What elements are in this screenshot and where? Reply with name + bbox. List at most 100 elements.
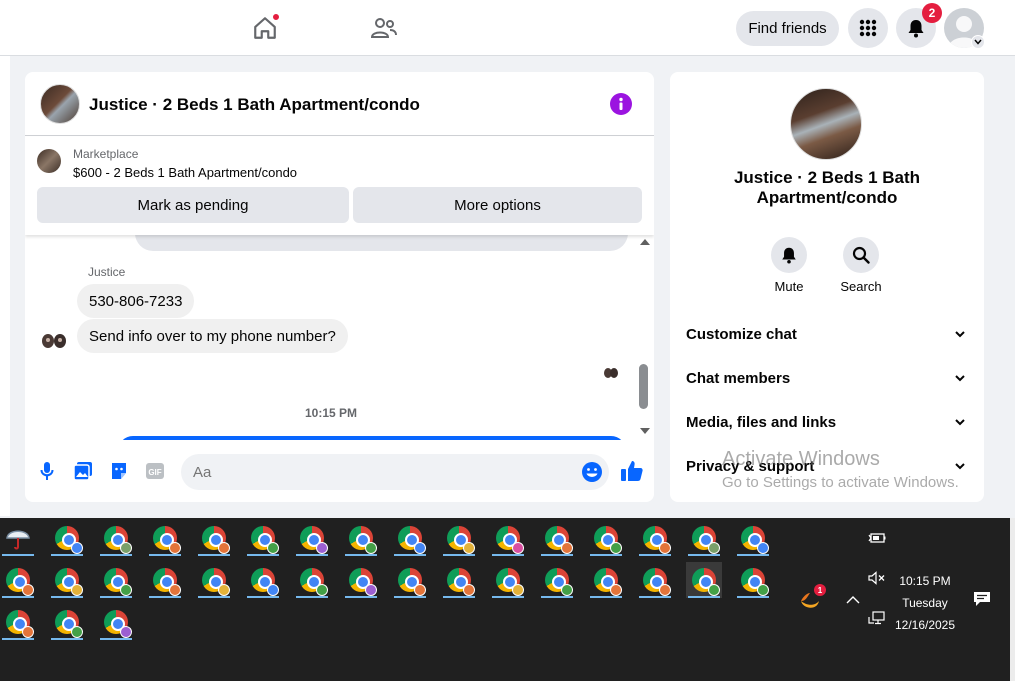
show-hidden-icons-chevron-up-icon[interactable]: [845, 592, 861, 608]
message-bubble[interactable]: 530-806-7233: [77, 284, 195, 318]
info-icon[interactable]: [610, 93, 632, 115]
taskbar-app-chrome[interactable]: [539, 562, 575, 598]
taskbar-app-chrome[interactable]: [196, 520, 232, 556]
chat-title[interactable]: Justice · 2 Beds 1 Bath Apartment/condo: [89, 95, 420, 115]
scroll-up-arrow-icon[interactable]: [640, 239, 650, 245]
taskbar-app-chrome[interactable]: [294, 520, 330, 556]
thumbs-up-icon[interactable]: [620, 459, 644, 483]
microphone-icon[interactable]: [36, 460, 58, 482]
running-indicator: [394, 596, 426, 598]
taskbar-app-chrome[interactable]: [637, 520, 673, 556]
taskbar-app-chrome[interactable]: [245, 520, 281, 556]
message-scrollbar[interactable]: [636, 235, 652, 440]
listing-photo[interactable]: [40, 84, 80, 124]
chrome-profile-avatar-icon: [610, 542, 622, 554]
chrome-profile-avatar-icon: [365, 542, 377, 554]
friends-icon[interactable]: [368, 12, 400, 44]
taskbar-app-chrome[interactable]: [98, 604, 134, 640]
sender-avatar[interactable]: [39, 326, 69, 356]
taskbar-app-chrome[interactable]: [490, 520, 526, 556]
taskbar-app-chrome[interactable]: [686, 562, 722, 598]
taskbar-app-chrome[interactable]: [0, 562, 36, 598]
running-indicator: [688, 596, 720, 598]
chrome-profile-avatar-icon: [218, 584, 230, 596]
taskbar-app-umbrella[interactable]: [0, 520, 36, 556]
taskbar-app-chrome[interactable]: [196, 562, 232, 598]
taskbar-app-chrome[interactable]: [392, 562, 428, 598]
running-indicator: [100, 638, 132, 640]
taskbar-app-chrome[interactable]: [637, 562, 673, 598]
search-button[interactable]: Search: [836, 237, 886, 294]
scroll-down-arrow-icon[interactable]: [640, 428, 650, 434]
top-navigation-bar: Find friends 2: [0, 0, 1015, 56]
emoji-icon[interactable]: [581, 461, 603, 483]
taskbar-app-chrome[interactable]: [735, 520, 771, 556]
chrome-profile-avatar-icon: [71, 626, 83, 638]
taskbar-app-chrome[interactable]: [392, 520, 428, 556]
menu-grid-icon[interactable]: [848, 8, 888, 48]
taskbar-app-chrome[interactable]: [294, 562, 330, 598]
running-indicator: [737, 554, 769, 556]
mute-button[interactable]: Mute: [764, 237, 814, 294]
more-options-button[interactable]: More options: [353, 187, 642, 223]
taskbar-app-chrome[interactable]: [686, 520, 722, 556]
chrome-profile-avatar-icon: [757, 584, 769, 596]
gif-icon[interactable]: GIF: [144, 460, 166, 482]
message-timestamp: 10:15 PM: [304, 406, 358, 420]
chrome-profile-avatar-icon: [71, 542, 83, 554]
message-input[interactable]: [181, 454, 609, 490]
search-icon[interactable]: [843, 237, 879, 273]
taskbar-app-fox[interactable]: 1: [796, 584, 826, 614]
sticker-icon[interactable]: [108, 460, 130, 482]
battery-icon[interactable]: [868, 530, 886, 546]
taskbar-app-chrome[interactable]: [539, 520, 575, 556]
taskbar-app-chrome[interactable]: [735, 562, 771, 598]
taskbar-app-chrome[interactable]: [588, 520, 624, 556]
clock-time: 10:15 PM: [899, 574, 951, 588]
system-clock[interactable]: 10:15 PM Tuesday 12/16/2025: [880, 570, 970, 636]
photo-gallery-icon[interactable]: [72, 460, 94, 482]
taskbar-app-chrome[interactable]: [588, 562, 624, 598]
taskbar-app-chrome[interactable]: [490, 562, 526, 598]
taskbar-app-chrome[interactable]: [147, 562, 183, 598]
listing-price[interactable]: $600 - 2 Beds 1 Bath Apartment/condo: [73, 165, 297, 180]
taskbar-app-chrome[interactable]: [0, 604, 36, 640]
chrome-profile-avatar-icon: [71, 584, 83, 596]
message-bubble[interactable]: Send info over to my phone number?: [77, 319, 348, 353]
account-chevron-down-icon[interactable]: [971, 35, 985, 49]
taskbar-app-chrome[interactable]: [98, 562, 134, 598]
notifications-bell-icon[interactable]: 2: [896, 3, 942, 48]
taskbar-app-chrome[interactable]: [49, 562, 85, 598]
section-chat-members[interactable]: Chat members: [670, 356, 984, 400]
taskbar-app-chrome[interactable]: [98, 520, 134, 556]
taskbar-app-chrome[interactable]: [49, 604, 85, 640]
chrome-profile-avatar-icon: [757, 542, 769, 554]
running-indicator: [639, 596, 671, 598]
find-friends-button[interactable]: Find friends: [736, 11, 839, 46]
section-media-files-links[interactable]: Media, files and links: [670, 400, 984, 444]
mark-as-pending-button[interactable]: Mark as pending: [37, 187, 349, 223]
chrome-profile-avatar-icon: [267, 584, 279, 596]
conversation-name[interactable]: Justice · 2 Beds 1 Bath Apartment/condo: [690, 168, 964, 208]
taskbar-app-chrome[interactable]: [441, 562, 477, 598]
taskbar-app-chrome[interactable]: [147, 520, 183, 556]
section-customize-chat[interactable]: Customize chat: [670, 312, 984, 356]
running-indicator: [100, 554, 132, 556]
running-indicator: [247, 554, 279, 556]
listing-thumbnail[interactable]: [37, 149, 61, 173]
taskbar-app-chrome[interactable]: [49, 520, 85, 556]
taskbar-app-chrome[interactable]: [245, 562, 281, 598]
bell-icon[interactable]: [771, 237, 807, 273]
taskbar-app-chrome[interactable]: [441, 520, 477, 556]
running-indicator: [345, 596, 377, 598]
conversation-details-panel: Justice · 2 Beds 1 Bath Apartment/condo …: [670, 72, 984, 502]
home-icon[interactable]: [249, 12, 281, 44]
scrollbar-thumb[interactable]: [639, 364, 648, 409]
chrome-profile-avatar-icon: [120, 542, 132, 554]
chrome-profile-avatar-icon: [610, 584, 622, 596]
taskbar-app-chrome[interactable]: [343, 520, 379, 556]
chrome-profile-avatar-icon: [414, 542, 426, 554]
action-center-notification-icon[interactable]: [972, 590, 992, 608]
taskbar-app-chrome[interactable]: [343, 562, 379, 598]
listing-profile-photo[interactable]: [790, 88, 862, 160]
